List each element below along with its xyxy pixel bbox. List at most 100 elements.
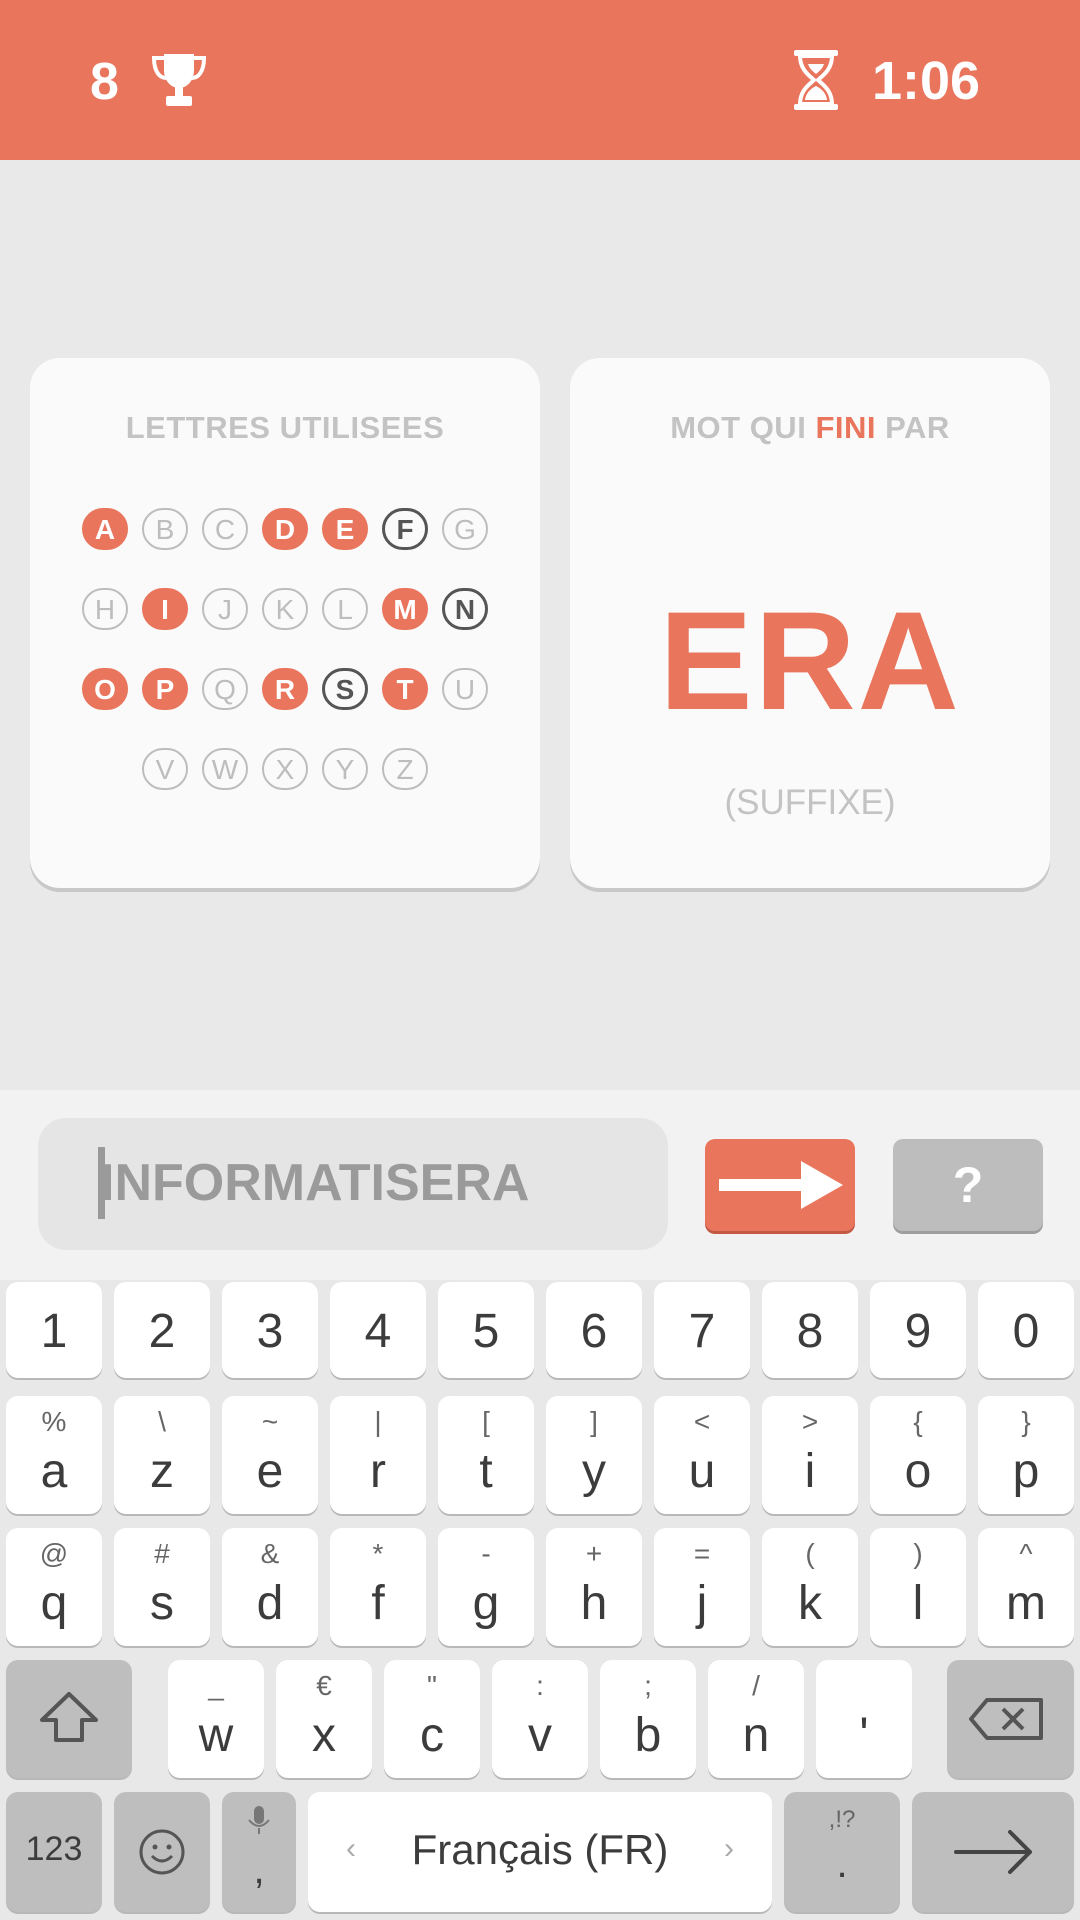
key-a[interactable]: % a [6,1396,102,1514]
key-label: q [40,1577,68,1630]
key-hint: ~ [261,1406,279,1437]
letter-m: M [382,588,428,630]
key-z[interactable]: \ z [114,1396,210,1514]
key-5[interactable]: 5 [438,1282,534,1378]
used-letters-card: LETTRES UTILISEES ABCDEFG HIJKLMN OPQRSTU V… [30,358,540,888]
key-r[interactable]: | r [330,1396,426,1514]
key-label: 7 [688,1305,716,1358]
key-label: p [1012,1445,1040,1498]
suffix-title-post: PAR [885,410,950,445]
key-hint: ^ [1019,1538,1033,1569]
suffix-title: MOT QUI FINI PAR [570,410,1050,446]
symbols-key-label: 123 [25,1830,83,1868]
letter-g: G [442,508,488,550]
letter-r: R [262,668,308,710]
hint-button[interactable]: ? [893,1139,1043,1231]
key-label: 4 [364,1305,392,1358]
key-hint: + [585,1538,603,1569]
key-hint: | [374,1406,382,1437]
key-p[interactable]: } p [978,1396,1074,1514]
key-0[interactable]: 0 [978,1282,1074,1378]
key-apostrophe[interactable]: ' [816,1660,912,1778]
key-label: j [696,1577,708,1630]
letter-t: T [382,668,428,710]
key-label: f [371,1577,385,1630]
period-key-label: . [836,1842,848,1886]
key-2[interactable]: 2 [114,1282,210,1378]
emoji-key[interactable] [114,1792,210,1912]
key-7[interactable]: 7 [654,1282,750,1378]
key-q[interactable]: @ q [6,1528,102,1646]
key-m[interactable]: ^ m [978,1528,1074,1646]
shift-key[interactable] [6,1660,132,1778]
key-label: y [582,1445,606,1498]
key-label: 5 [472,1305,500,1358]
key-label: z [150,1445,174,1498]
key-hint: { [913,1406,923,1437]
key-label: o [904,1445,932,1498]
letter-s: S [322,668,368,710]
key-label: x [312,1709,336,1762]
letter-n: N [442,588,488,630]
key-x[interactable]: € x [276,1660,372,1778]
enter-key[interactable] [912,1792,1074,1912]
key-y[interactable]: ] y [546,1396,642,1514]
hourglass-icon [794,50,838,110]
key-hint: ) [913,1538,923,1569]
key-i[interactable]: > i [762,1396,858,1514]
key-d[interactable]: & d [222,1528,318,1646]
key-hint: [ [482,1406,490,1437]
key-6[interactable]: 6 [546,1282,642,1378]
trophy-icon [151,54,207,106]
key-8[interactable]: 8 [762,1282,858,1378]
key-1[interactable]: 1 [6,1282,102,1378]
key-f[interactable]: * f [330,1528,426,1646]
backspace-key[interactable] [947,1660,1074,1778]
key-h[interactable]: + h [546,1528,642,1646]
letter-z: Z [382,748,428,790]
key-t[interactable]: [t [438,1396,534,1514]
key-s[interactable]: # s [114,1528,210,1646]
word-input-value: INFORMATISERA [100,1154,530,1212]
submit-button[interactable] [705,1139,855,1231]
key-label: 3 [256,1305,284,1358]
letter-x: X [262,748,308,790]
letter-u: U [442,668,488,710]
key-label: s [150,1577,174,1630]
letter-i: I [142,588,188,630]
key-g[interactable]: -g [438,1528,534,1646]
letter-k: K [262,588,308,630]
shift-arrow-icon [40,1692,98,1742]
key-9[interactable]: 9 [870,1282,966,1378]
key-b[interactable]: ; b [600,1660,696,1778]
backspace-icon [969,1698,1043,1740]
key-label: w [198,1709,234,1762]
key-hint: < [693,1406,711,1437]
key-u[interactable]: < u [654,1396,750,1514]
key-hint: > [801,1406,819,1437]
comma-key[interactable]: , [222,1792,296,1912]
symbols-key[interactable]: 123 [6,1792,102,1912]
key-k[interactable]: (k [762,1528,858,1646]
key-l[interactable]: ) l [870,1528,966,1646]
key-j[interactable]: = j [654,1528,750,1646]
key-e[interactable]: ~ e [222,1396,318,1514]
suffix-title-accent: FINI [815,410,876,445]
key-4[interactable]: 4 [330,1282,426,1378]
key-3[interactable]: 3 [222,1282,318,1378]
key-label: t [479,1445,493,1498]
key-c[interactable]: " c [384,1660,480,1778]
period-key[interactable]: ,!? . [784,1792,900,1912]
letter-l: L [322,588,368,630]
key-w[interactable]: _ w [168,1660,264,1778]
letter-h: H [82,588,128,630]
space-key[interactable]: ‹ Français (FR) › [308,1792,772,1912]
comma-key-label: , [253,1848,265,1892]
key-label: b [634,1709,662,1762]
key-v[interactable]: :v [492,1660,588,1778]
key-label: a [40,1445,68,1498]
key-n[interactable]: / n [708,1660,804,1778]
key-hint: - [481,1538,491,1569]
key-o[interactable]: {o [870,1396,966,1514]
suffix-title-pre: MOT QUI [670,410,807,445]
